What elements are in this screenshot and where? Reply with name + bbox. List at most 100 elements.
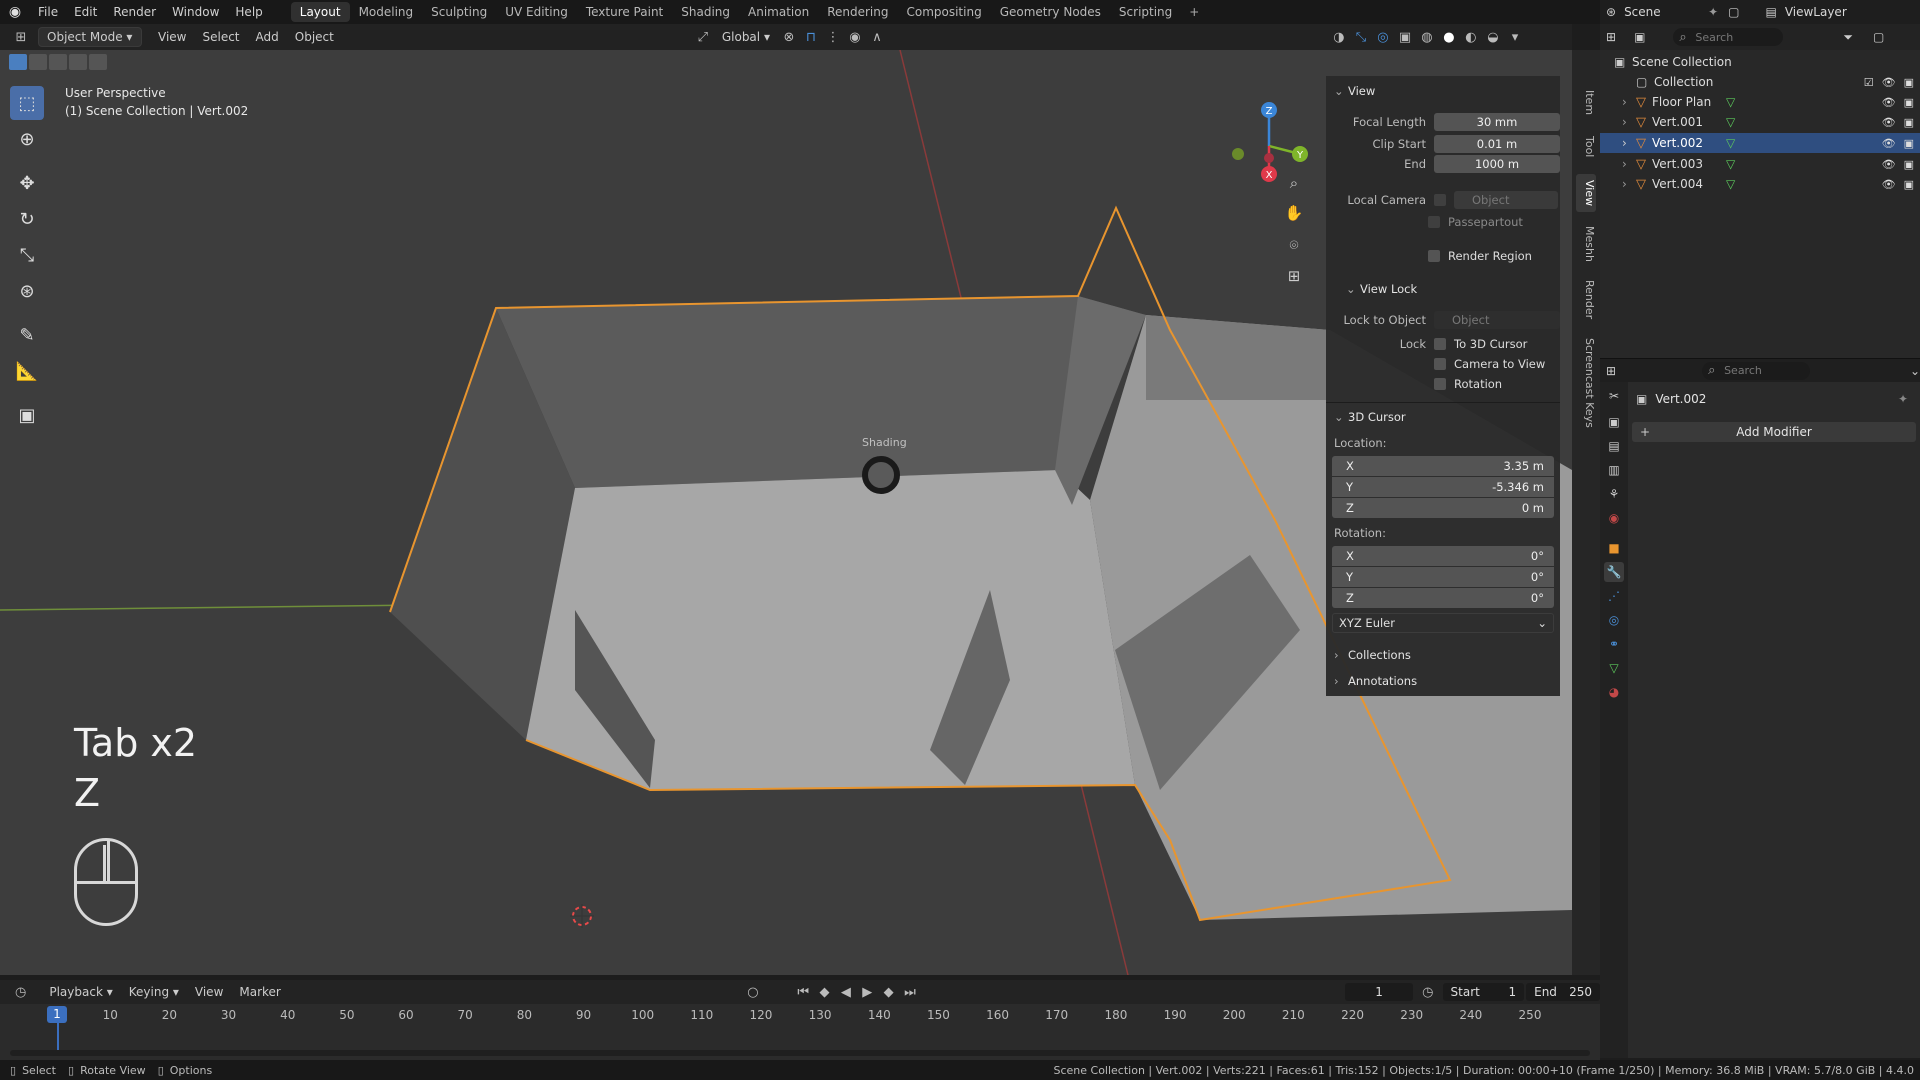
menu-window[interactable]: Window — [164, 5, 227, 19]
workspace-tab-compositing[interactable]: Compositing — [897, 2, 990, 22]
new-scene-icon[interactable]: ▢ — [1728, 5, 1739, 19]
menu-file[interactable]: File — [30, 5, 66, 19]
clip-end-field[interactable]: 1000 m — [1434, 155, 1560, 173]
annotate-tool-icon[interactable]: ✎ — [10, 318, 44, 352]
cursor-location-x-field[interactable]: X 3.35 m — [1332, 456, 1554, 476]
cursor-tool-icon[interactable]: ⊕ — [10, 122, 44, 156]
shading-options-icon[interactable]: ▾ — [1506, 28, 1524, 46]
select-box-tool-icon[interactable]: ⬚ — [10, 86, 44, 120]
chevron-right-icon[interactable]: › — [1622, 115, 1636, 129]
modifier-tab-icon[interactable]: 🔧 — [1604, 562, 1624, 582]
playhead-line[interactable] — [57, 1023, 59, 1053]
end-frame-field[interactable]: End 250 — [1526, 983, 1600, 1001]
cursor-location-y-field[interactable]: Y -5.346 m — [1332, 477, 1554, 497]
outliner-search-input[interactable]: Search — [1673, 28, 1784, 46]
data-tab-icon[interactable]: ▽ — [1604, 658, 1624, 678]
measure-tool-icon[interactable]: 📐 — [10, 354, 44, 388]
jump-start-icon[interactable]: ⏮ — [795, 983, 812, 1001]
workspace-tab-uv-editing[interactable]: UV Editing — [496, 2, 577, 22]
camera-to-view-row[interactable]: Camera to View — [1434, 354, 1545, 374]
play-icon[interactable]: ▶ — [859, 983, 876, 1001]
material-tab-icon[interactable]: ◕ — [1604, 682, 1624, 702]
workspace-tab-geometry-nodes[interactable]: Geometry Nodes — [991, 2, 1110, 22]
lock-rotation-checkbox[interactable] — [1434, 378, 1446, 390]
falloff-icon[interactable]: ∧ — [868, 28, 886, 46]
scene-icon[interactable]: ⊛ — [1606, 5, 1616, 19]
overlay-toggle-icon[interactable]: ◎ — [1374, 28, 1392, 46]
properties-editor-icon[interactable]: ⊞ — [1606, 364, 1616, 378]
tab-render[interactable]: Render — [1576, 274, 1596, 325]
tab-screencast-keys[interactable]: Screencast Keys — [1576, 332, 1596, 434]
pin-icon[interactable]: ✦ — [1898, 392, 1908, 406]
tab-tool[interactable]: Tool — [1576, 130, 1596, 163]
menu-edit[interactable]: Edit — [66, 5, 105, 19]
camera-view-icon[interactable]: ⌾ — [1281, 232, 1307, 258]
pin-icon[interactable]: ✦ — [1708, 5, 1718, 19]
cursor-rotation-y-field[interactable]: Y 0° — [1332, 567, 1554, 587]
eye-icon[interactable]: 👁 — [1882, 137, 1896, 150]
menu-help[interactable]: Help — [227, 5, 270, 19]
chevron-right-icon[interactable]: › — [1622, 95, 1636, 109]
proportional-editing-icon[interactable]: ◉ — [846, 28, 864, 46]
scene-name[interactable]: Scene — [1624, 5, 1694, 19]
local-camera-checkbox[interactable] — [1434, 194, 1446, 206]
snap-icon[interactable]: ⊓ — [802, 28, 820, 46]
scale-tool-icon[interactable]: ⤡ — [10, 238, 44, 272]
prev-keyframe-icon[interactable]: ◆ — [816, 983, 833, 1001]
viewport-menu-view[interactable]: View — [150, 27, 194, 47]
camera-to-view-checkbox[interactable] — [1434, 358, 1446, 370]
add-modifier-button[interactable]: + Add Modifier — [1632, 422, 1916, 442]
viewport-menu-select[interactable]: Select — [194, 27, 247, 47]
passepartout-checkbox[interactable] — [1428, 216, 1440, 228]
camera-icon[interactable]: ▣ — [1904, 158, 1914, 171]
workspace-tab-animation[interactable]: Animation — [739, 2, 818, 22]
collection-row[interactable]: ▢ Collection ☑ 👁 ▣ — [1600, 72, 1920, 92]
perspective-toggle-icon[interactable]: ⊞ — [1281, 263, 1307, 289]
clip-start-field[interactable]: 0.01 m — [1434, 135, 1560, 153]
outliner-editor-icon[interactable]: ⊞ — [1606, 30, 1616, 44]
eye-icon[interactable]: 👁 — [1882, 116, 1896, 129]
tab-view[interactable]: View — [1576, 174, 1596, 213]
chevron-down-icon[interactable]: ⌄ — [1910, 364, 1920, 378]
clock-icon[interactable]: ◷ — [1419, 983, 1436, 1001]
rotation-mode-dropdown[interactable]: XYZ Euler ⌄ — [1332, 613, 1554, 633]
chevron-right-icon[interactable]: › — [1622, 177, 1636, 191]
annotations-section-header[interactable]: › Annotations — [1326, 670, 1417, 692]
start-frame-field[interactable]: Start 1 — [1442, 983, 1525, 1001]
workspace-tab-sculpting[interactable]: Sculpting — [422, 2, 496, 22]
timeline-menu-playback[interactable]: Playback ▾ — [41, 982, 120, 1002]
eye-icon[interactable]: 👁 — [1882, 158, 1896, 171]
navigation-gizmo[interactable]: Z Y X — [1222, 98, 1322, 198]
collections-section-header[interactable]: › Collections — [1326, 644, 1411, 666]
snap-target-icon[interactable]: ⋮ — [824, 28, 842, 46]
timeline-track[interactable]: 1 10 20 30 40 50 60 70 80 90 100 110 120 130 140 150 16… — [0, 1004, 1600, 1060]
world-tab-icon[interactable]: ◉ — [1604, 508, 1624, 528]
auto-keying-icon[interactable]: ○ — [744, 983, 761, 1001]
local-camera-field[interactable]: Object — [1454, 191, 1558, 209]
passepartout-row[interactable]: Passepartout — [1428, 212, 1523, 232]
to-3d-cursor-checkbox[interactable] — [1434, 338, 1446, 350]
xray-toggle-icon[interactable]: ▣ — [1396, 28, 1414, 46]
view-layer-tab-icon[interactable]: ▥ — [1604, 460, 1624, 480]
viewport-menu-object[interactable]: Object — [287, 27, 342, 47]
view-layer-icon[interactable]: ▤ — [1765, 5, 1776, 19]
zoom-icon[interactable]: ⌕ — [1281, 170, 1307, 196]
tool-tab-icon[interactable]: ✂ — [1604, 386, 1624, 406]
output-tab-icon[interactable]: ▤ — [1604, 436, 1624, 456]
timeline-menu-keying[interactable]: Keying ▾ — [121, 982, 187, 1002]
cursor-rotation-z-field[interactable]: Z 0° — [1332, 588, 1554, 608]
rendered-shading-icon[interactable]: ◒ — [1484, 28, 1502, 46]
select-extend-mode-icon[interactable] — [29, 54, 47, 70]
render-region-checkbox[interactable] — [1428, 250, 1440, 262]
outliner-item-vert-001[interactable]: › ▽ Vert.001 ▽ 👁 ▣ — [1600, 112, 1920, 132]
filter-icon[interactable]: ⏷ — [1843, 30, 1853, 45]
camera-icon[interactable]: ▣ — [1904, 116, 1914, 129]
timeline-scrollbar[interactable] — [10, 1050, 1590, 1056]
transform-orientation-icon[interactable]: ⤢ — [694, 28, 712, 46]
workspace-tab-texture-paint[interactable]: Texture Paint — [577, 2, 672, 22]
camera-icon[interactable]: ▣ — [1904, 76, 1914, 89]
pivot-point-icon[interactable]: ⊗ — [780, 28, 798, 46]
add-cube-tool-icon[interactable]: ▣ — [10, 398, 44, 432]
next-keyframe-icon[interactable]: ◆ — [880, 983, 897, 1001]
menu-render[interactable]: Render — [105, 5, 164, 19]
